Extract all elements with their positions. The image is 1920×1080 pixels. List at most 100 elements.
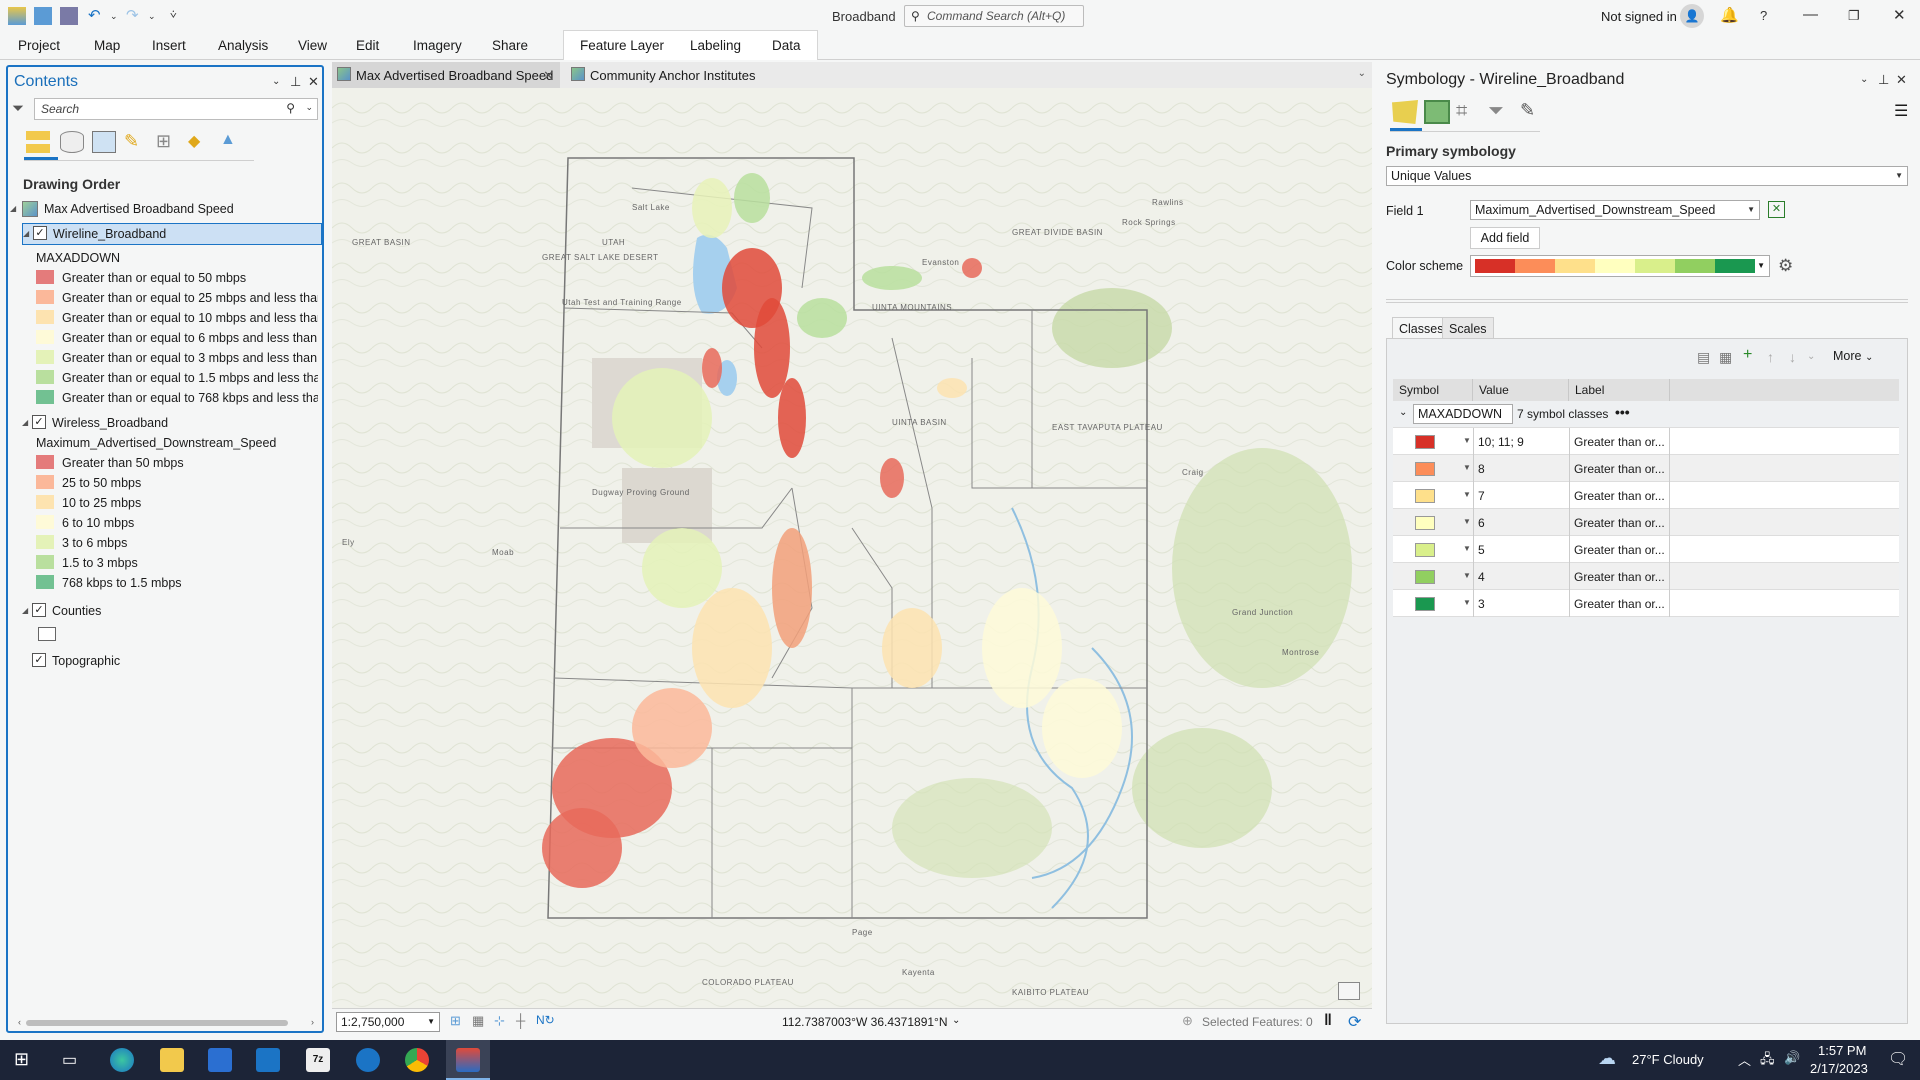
- undo-icon[interactable]: ↶: [88, 6, 101, 24]
- scrollbar-thumb[interactable]: [26, 1020, 288, 1026]
- layer-visibility-checkbox[interactable]: ✓: [32, 653, 46, 667]
- list-by-snapping-icon[interactable]: ⊞: [156, 131, 180, 153]
- clock-time[interactable]: 1:57 PM: [1818, 1043, 1866, 1058]
- gear-icon[interactable]: ⚙: [1778, 256, 1793, 276]
- redo-icon[interactable]: ↷: [126, 6, 139, 24]
- symbol-dropdown-icon[interactable]: ▼: [1463, 436, 1471, 445]
- class-label[interactable]: Greater than or...: [1569, 536, 1670, 563]
- weather-text[interactable]: 27°F Cloudy: [1632, 1052, 1704, 1067]
- class-symbol-swatch[interactable]: [1415, 435, 1435, 449]
- tab-community-anchor-institutes[interactable]: Community Anchor Institutes: [566, 62, 776, 88]
- north-arrow-icon[interactable]: N↻: [536, 1013, 555, 1027]
- close-tab-icon[interactable]: ✕: [543, 68, 554, 84]
- tab-share[interactable]: Share: [492, 38, 528, 53]
- legend-swatch[interactable]: [36, 370, 54, 384]
- search-options-icon[interactable]: ⌄: [305, 102, 313, 113]
- move-up-icon[interactable]: ↑: [1767, 349, 1774, 365]
- class-label[interactable]: Greater than or...: [1569, 428, 1670, 455]
- tab-imagery[interactable]: Imagery: [413, 38, 462, 53]
- class-label[interactable]: Greater than or...: [1569, 482, 1670, 509]
- pane-options-icon[interactable]: ⌄: [272, 76, 280, 87]
- layer-visibility-checkbox[interactable]: ✓: [32, 603, 46, 617]
- class-symbol-swatch[interactable]: [1415, 570, 1435, 584]
- symbol-layer-drawing-icon[interactable]: ⌗: [1456, 100, 1482, 124]
- tab-labeling[interactable]: Labeling: [690, 38, 741, 53]
- symbol-dropdown-icon[interactable]: ▼: [1463, 598, 1471, 607]
- legend-class[interactable]: Greater than or equal to 768 kbps and le…: [36, 388, 318, 408]
- collapse-icon[interactable]: ◢: [22, 418, 28, 427]
- legend-class[interactable]: 3 to 6 mbps: [36, 533, 318, 553]
- field1-dropdown[interactable]: Maximum_Advertised_Downstream_Speed ▼: [1470, 200, 1760, 220]
- add-icon[interactable]: +: [1743, 346, 1752, 364]
- chrome-icon[interactable]: [405, 1048, 429, 1072]
- class-value[interactable]: 8: [1473, 455, 1569, 482]
- legend-class[interactable]: Greater than or equal to 1.5 mbps and le…: [36, 368, 318, 388]
- symbol-class-row[interactable]: ▼ 3 Greater than or...: [1393, 590, 1899, 617]
- avatar[interactable]: 👤: [1680, 4, 1704, 28]
- tab-insert[interactable]: Insert: [152, 38, 186, 53]
- group-field-name[interactable]: MAXADDOWN: [1413, 404, 1513, 424]
- legend-swatch[interactable]: [36, 330, 54, 344]
- scroll-right-icon[interactable]: ›: [311, 1017, 314, 1027]
- tab-data[interactable]: Data: [772, 38, 801, 53]
- symbol-class-row[interactable]: ▼ 8 Greater than or...: [1393, 455, 1899, 482]
- class-symbol-swatch[interactable]: [1415, 516, 1435, 530]
- legend-class[interactable]: 1.5 to 3 mbps: [36, 553, 318, 573]
- tab-project[interactable]: Project: [18, 38, 60, 53]
- legend-class[interactable]: 25 to 50 mbps: [36, 473, 318, 493]
- legend-class[interactable]: Greater than or equal to 6 mbps and less…: [36, 328, 318, 348]
- grid-icon[interactable]: ▦: [472, 1013, 484, 1029]
- legend-swatch[interactable]: [36, 575, 54, 589]
- list-by-drawing-order-icon[interactable]: [26, 131, 50, 153]
- legend-class[interactable]: Greater than or equal to 50 mbps: [36, 268, 318, 288]
- color-scheme-dropdown[interactable]: ▼: [1470, 255, 1770, 277]
- layer-visibility-checkbox[interactable]: ✓: [32, 415, 46, 429]
- legend-swatch[interactable]: [36, 555, 54, 569]
- class-value[interactable]: 7: [1473, 482, 1569, 509]
- save-project-icon[interactable]: [60, 7, 78, 25]
- collapse-icon[interactable]: ◢: [22, 606, 28, 615]
- layer-counties[interactable]: ◢ ✓ Counties: [22, 601, 322, 621]
- open-project-icon[interactable]: [34, 7, 52, 25]
- layer-topographic[interactable]: ✓ Topographic: [22, 651, 322, 671]
- help-button[interactable]: ?: [1760, 8, 1767, 23]
- tab-scales[interactable]: Scales: [1442, 317, 1494, 339]
- map-canvas[interactable]: GREAT BASIN UTAH GREAT SALT LAKE DESERT Sal…: [332, 88, 1372, 1008]
- horizontal-scrollbar[interactable]: ‹ ›: [18, 1017, 314, 1029]
- more-menu-button[interactable]: More ⌄: [1833, 349, 1873, 363]
- contents-search-input[interactable]: Search ⚲ ⌄: [34, 98, 318, 120]
- notification-center-icon[interactable]: 🗨: [1888, 1049, 1908, 1069]
- tab-view[interactable]: View: [298, 38, 327, 53]
- symbology-method-dropdown[interactable]: Unique Values ▼: [1386, 166, 1908, 186]
- app-icon[interactable]: [356, 1048, 380, 1072]
- filter-icon[interactable]: ⏷: [12, 100, 24, 117]
- legend-swatch[interactable]: [36, 475, 54, 489]
- layer-wireless-broadband[interactable]: ◢ ✓ Wireless_Broadband: [22, 413, 322, 433]
- menu-icon[interactable]: ☰: [1894, 101, 1908, 121]
- legend-swatch[interactable]: [36, 515, 54, 529]
- store-icon[interactable]: [208, 1048, 232, 1072]
- scroll-left-icon[interactable]: ‹: [18, 1017, 21, 1027]
- symbol-dropdown-icon[interactable]: ▼: [1463, 463, 1471, 472]
- close-pane-icon[interactable]: ✕: [1896, 72, 1907, 88]
- class-symbol-swatch[interactable]: [1415, 597, 1435, 611]
- collapse-icon[interactable]: ◢: [10, 204, 16, 213]
- collapse-group-icon[interactable]: ⌄: [1399, 407, 1407, 418]
- layer-visibility-checkbox[interactable]: ✓: [33, 226, 47, 240]
- legend-swatch[interactable]: [36, 310, 54, 324]
- legend-class[interactable]: Greater than or equal to 3 mbps and less…: [36, 348, 318, 368]
- new-project-icon[interactable]: [8, 7, 26, 25]
- tab-list-icon[interactable]: ⌄: [1358, 68, 1366, 79]
- splitter[interactable]: [1386, 299, 1908, 303]
- symbol-dropdown-icon[interactable]: ▼: [1463, 490, 1471, 499]
- clock-date[interactable]: 2/17/2023: [1810, 1061, 1868, 1076]
- network-icon[interactable]: 🖧: [1760, 1050, 1775, 1072]
- class-value[interactable]: 3: [1473, 590, 1569, 617]
- tab-edit[interactable]: Edit: [356, 38, 379, 53]
- map-item[interactable]: ◢ Max Advertised Broadband Speed: [8, 199, 318, 219]
- legend-class[interactable]: 10 to 25 mbps: [36, 493, 318, 513]
- mail-icon[interactable]: [256, 1048, 280, 1072]
- customize-toolbar-icon[interactable]: ⩒: [170, 9, 177, 22]
- legend-swatch[interactable]: [36, 290, 54, 304]
- list-by-labeling-icon[interactable]: ◆: [188, 131, 212, 153]
